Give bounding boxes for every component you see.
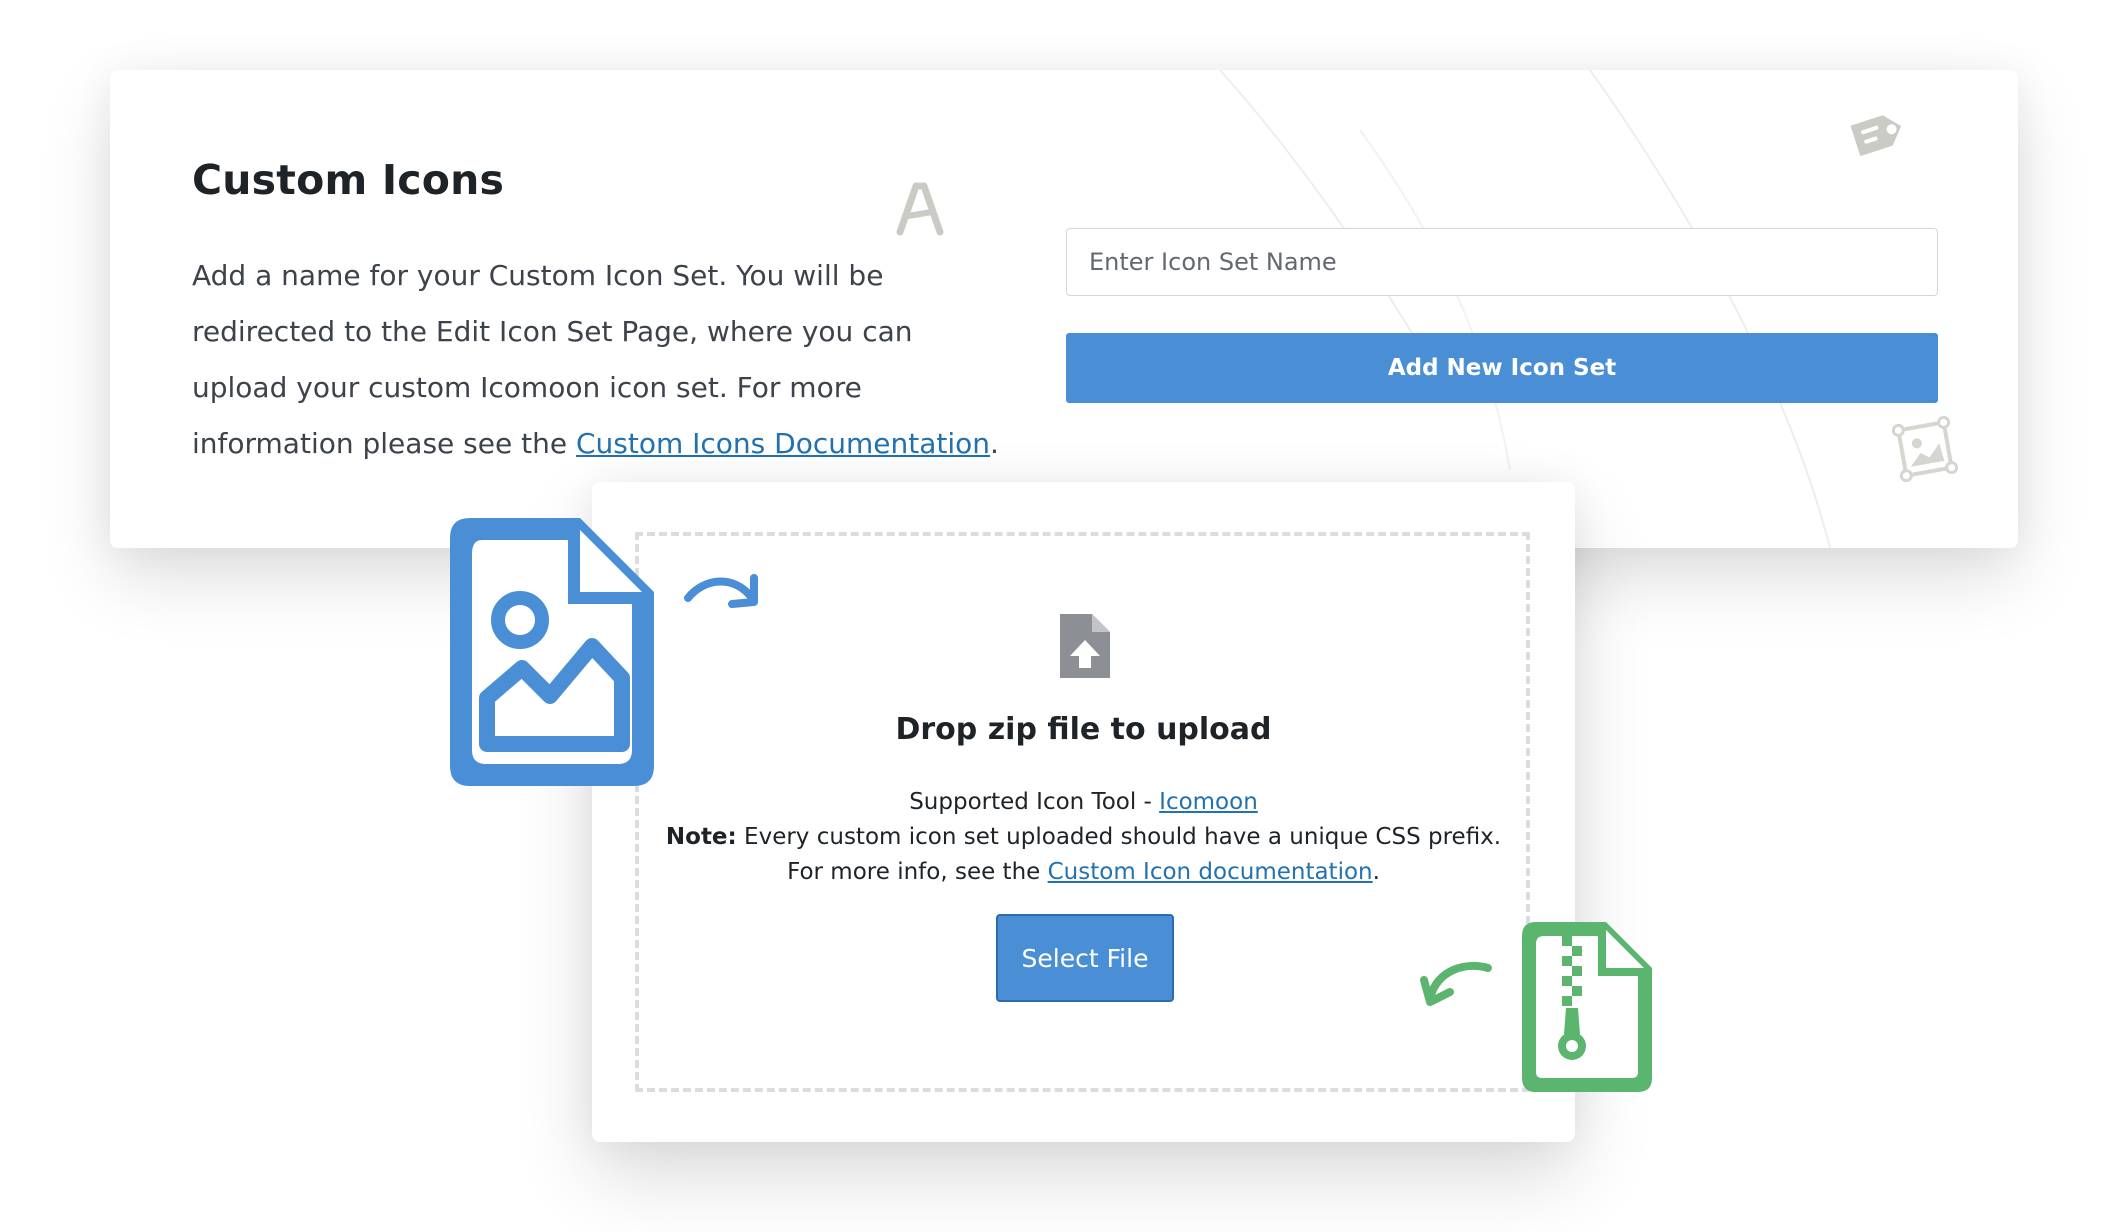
add-new-icon-set-button[interactable]: Add New Icon Set	[1066, 333, 1938, 403]
page-title: Custom Icons	[192, 156, 505, 204]
note-period: .	[1372, 859, 1380, 885]
custom-icon-documentation-link[interactable]: Custom Icon documentation	[1048, 859, 1373, 885]
picture-frame-icon	[1892, 416, 1958, 482]
letter-a-icon	[896, 182, 944, 236]
select-file-button[interactable]: Select File	[996, 914, 1174, 1002]
drop-zip-title: Drop zip file to upload	[895, 712, 1272, 747]
zip-file-icon	[1522, 922, 1652, 1092]
image-file-icon	[450, 518, 654, 786]
supported-tool-line: Supported Icon Tool - Icomoon	[592, 785, 1575, 820]
icon-set-name-input[interactable]	[1066, 228, 1938, 296]
file-upload-icon	[1060, 614, 1110, 678]
intro-text-period: .	[990, 427, 999, 460]
custom-icons-documentation-link[interactable]: Custom Icons Documentation	[576, 427, 990, 460]
tag-icon	[1850, 115, 1902, 157]
css-prefix-note: Note: Every custom icon set uploaded sho…	[652, 820, 1515, 890]
intro-description: Add a name for your Custom Icon Set. You…	[192, 248, 1012, 472]
curved-arrow-left-icon	[1420, 961, 1492, 1006]
curved-arrow-right-icon	[684, 574, 758, 608]
custom-icons-card: Custom Icons Add a name for your Custom …	[110, 70, 2018, 548]
stage: Custom Icons Add a name for your Custom …	[0, 0, 2128, 1232]
supported-tool-prefix: Supported Icon Tool -	[909, 789, 1160, 815]
icomoon-link[interactable]: Icomoon	[1159, 789, 1258, 815]
note-label: Note:	[665, 824, 737, 850]
